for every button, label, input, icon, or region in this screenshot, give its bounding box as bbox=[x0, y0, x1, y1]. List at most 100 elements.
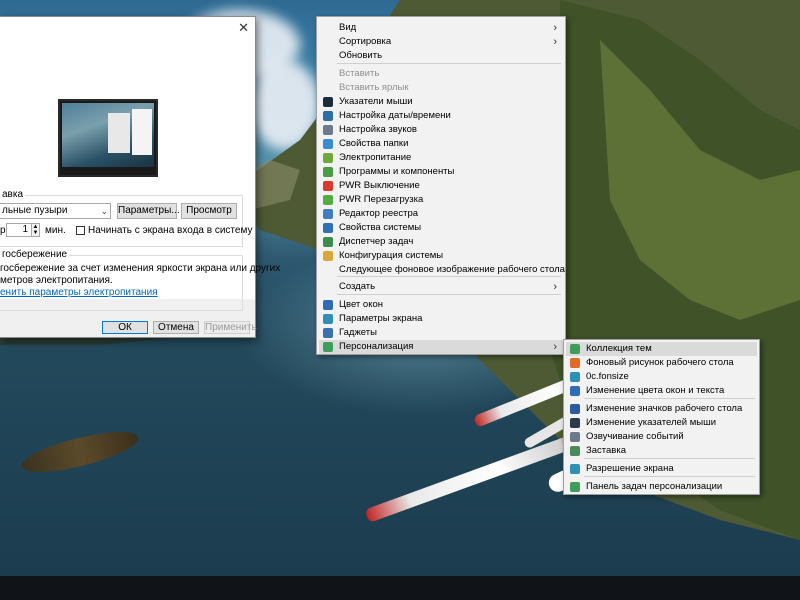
chevron-right-icon: › bbox=[553, 341, 557, 353]
menu-item-настройка-даты-времени[interactable]: Настройка даты/времени bbox=[319, 109, 563, 123]
menu-item-label: Фоновый рисунок рабочего стола bbox=[586, 357, 734, 368]
menu-item-label: Персонализация bbox=[339, 341, 414, 352]
menu-item-label: Редактор реестра bbox=[339, 208, 419, 219]
menu-item-label: Указатели мыши bbox=[339, 96, 413, 107]
screensaver-settings-dialog: ✕ авка льные пузыри ⌄ Параметры... Просм… bbox=[0, 16, 280, 338]
preview-screen bbox=[62, 103, 154, 167]
menu-item-label: Панель задач персонализации bbox=[586, 481, 723, 492]
taskbar bbox=[0, 576, 800, 600]
menu-item-электропитание[interactable]: Электропитание bbox=[319, 151, 563, 165]
power-saving-group-label: госбережение bbox=[0, 249, 70, 260]
menu-item-вид[interactable]: Вид › bbox=[319, 21, 563, 35]
msconfig-icon bbox=[323, 251, 333, 261]
menu-item-pwr-перезагрузка[interactable]: PWR Перезагрузка bbox=[319, 193, 563, 207]
menu-item-label: Обновить bbox=[339, 50, 383, 61]
menu-item-свойства-системы[interactable]: Свойства системы bbox=[319, 221, 563, 235]
power-settings-link[interactable]: енить параметры электропитания bbox=[0, 287, 158, 298]
menu-item-коллекция-тем[interactable]: Коллекция тем bbox=[566, 342, 757, 356]
menu-item-label: Озвучивание событий bbox=[586, 431, 684, 442]
menu-item-label: Настройка даты/времени bbox=[339, 110, 451, 121]
menu-item-вставить-ярлык[interactable]: Вставить ярлык bbox=[319, 81, 563, 95]
display-icon bbox=[323, 314, 333, 324]
interval-spin-buttons[interactable]: ▲ ▼ bbox=[31, 223, 40, 237]
cancel-button[interactable]: Отмена bbox=[153, 321, 199, 334]
chevron-right-icon: › bbox=[553, 22, 557, 34]
menu-item-озвучивание-событий[interactable]: Озвучивание событий bbox=[566, 430, 757, 444]
interval-label: р bbox=[0, 225, 6, 236]
screensaver-preview-monitor bbox=[58, 99, 158, 177]
registry-icon bbox=[323, 209, 333, 219]
menu-item-label: Диспетчер задач bbox=[339, 236, 414, 247]
menu-item-label: Настройка звуков bbox=[339, 124, 417, 135]
menu-item-панель-задач-персонализации[interactable]: Панель задач персонализации bbox=[566, 480, 757, 494]
personalization-icon bbox=[323, 342, 333, 352]
menu-separator bbox=[337, 63, 561, 64]
preview-window bbox=[132, 109, 152, 155]
menu-item-label: Свойства системы bbox=[339, 222, 422, 233]
power-description-line1: госбережение за счет изменения яркости э… bbox=[0, 263, 281, 274]
menu-item-вставить[interactable]: Вставить bbox=[319, 67, 563, 81]
screensaver-group-label: авка bbox=[0, 189, 26, 200]
logon-checkbox[interactable] bbox=[76, 226, 85, 235]
menu-item-разрешение-экрана[interactable]: Разрешение экрана bbox=[566, 462, 757, 476]
screensaver-preview-button[interactable]: Просмотр bbox=[181, 203, 237, 219]
menu-item-программы-и-компоненты[interactable]: Программы и компоненты bbox=[319, 165, 563, 179]
screensaver-icon bbox=[570, 446, 580, 456]
menu-item-параметры-экрана[interactable]: Параметры экрана bbox=[319, 312, 563, 326]
wallpaper-icon bbox=[570, 358, 580, 368]
desktop-context-menu: Вид › Сортировка › Обновить Вставить Вставить … bbox=[316, 16, 566, 355]
menu-item-сортировка[interactable]: Сортировка › bbox=[319, 35, 563, 49]
menu-item-свойства-папки[interactable]: Свойства папки bbox=[319, 137, 563, 151]
desktop-icons-icon bbox=[570, 404, 580, 414]
power-options-icon bbox=[323, 153, 333, 163]
menu-item-цвет-окон[interactable]: Цвет окон bbox=[319, 298, 563, 312]
close-icon[interactable]: ✕ bbox=[238, 20, 249, 36]
menu-item-label: Изменение цвета окон и текста bbox=[586, 385, 725, 396]
menu-item-создать[interactable]: Создать › bbox=[319, 280, 563, 294]
menu-item-изменение-цвета-окон-и-текста[interactable]: Изменение цвета окон и текста bbox=[566, 384, 757, 398]
shutdown-icon bbox=[323, 181, 333, 191]
menu-item-гаджеты[interactable]: Гаджеты bbox=[319, 326, 563, 340]
menu-item-pwr-выключение[interactable]: PWR Выключение bbox=[319, 179, 563, 193]
menu-item-label: Изменение значков рабочего стола bbox=[586, 403, 743, 414]
apply-button[interactable]: Применить bbox=[204, 321, 257, 334]
menu-item-label: Сортировка bbox=[339, 36, 392, 47]
menu-item-обновить[interactable]: Обновить bbox=[319, 49, 563, 63]
interval-unit-label: мин. bbox=[45, 225, 66, 236]
window-color-icon bbox=[570, 386, 580, 396]
menu-separator bbox=[337, 276, 561, 277]
power-description-line2: метров электропитания. bbox=[0, 275, 113, 286]
personalization-submenu: Коллекция тем Фоновый рисунок рабочего ст… bbox=[563, 339, 760, 495]
menu-item-изменение-указателей-мыши[interactable]: Изменение указателей мыши bbox=[566, 416, 757, 430]
task-manager-icon bbox=[323, 237, 333, 247]
chevron-down-icon: ⌄ bbox=[100, 206, 108, 216]
menu-item-label: Изменение указателей мыши bbox=[586, 417, 716, 428]
menu-item-указатели-мыши[interactable]: Указатели мыши bbox=[319, 95, 563, 109]
interval-input[interactable]: 1 bbox=[6, 223, 32, 237]
menu-item-label: Свойства папки bbox=[339, 138, 409, 149]
dialog-titlebar: ✕ bbox=[0, 17, 255, 37]
menu-item-изменение-значков-рабочего-стола[interactable]: Изменение значков рабочего стола bbox=[566, 402, 757, 416]
menu-item-редактор-реестра[interactable]: Редактор реестра bbox=[319, 207, 563, 221]
menu-item-персонализация[interactable]: Персонализация › bbox=[319, 340, 563, 354]
menu-item-диспетчер-задач[interactable]: Диспетчер задач bbox=[319, 235, 563, 249]
menu-item-label: Гаджеты bbox=[339, 327, 377, 338]
menu-item-label: Следующее фоновое изображение рабочего с… bbox=[339, 264, 565, 275]
menu-item-0c-fonsize[interactable]: 0c.fonsize bbox=[566, 370, 757, 384]
clock-icon bbox=[323, 111, 333, 121]
menu-item-label: Электропитание bbox=[339, 152, 412, 163]
menu-item-заставка[interactable]: Заставка bbox=[566, 444, 757, 458]
display-icon bbox=[570, 464, 580, 474]
mouse-pointer-icon bbox=[570, 418, 580, 428]
menu-item-фоновый-рисунок-рабочего-стола[interactable]: Фоновый рисунок рабочего стола bbox=[566, 356, 757, 370]
menu-item-следующее-фоновое-изображение-рабочего-стола[interactable]: Следующее фоновое изображение рабочего с… bbox=[319, 263, 565, 277]
ok-button[interactable]: ОК bbox=[102, 321, 148, 334]
menu-item-настройка-звуков[interactable]: Настройка звуков bbox=[319, 123, 563, 137]
menu-item-label: Создать bbox=[339, 281, 376, 292]
screensaver-params-button[interactable]: Параметры... bbox=[117, 203, 180, 219]
menu-item-label: PWR Перезагрузка bbox=[339, 194, 424, 205]
screensaver-select[interactable]: льные пузыри ⌄ bbox=[0, 203, 111, 219]
themes-icon bbox=[570, 344, 580, 354]
menu-item-конфигурация-системы[interactable]: Конфигурация системы bbox=[319, 249, 563, 263]
menu-item-label: Конфигурация системы bbox=[339, 250, 444, 261]
